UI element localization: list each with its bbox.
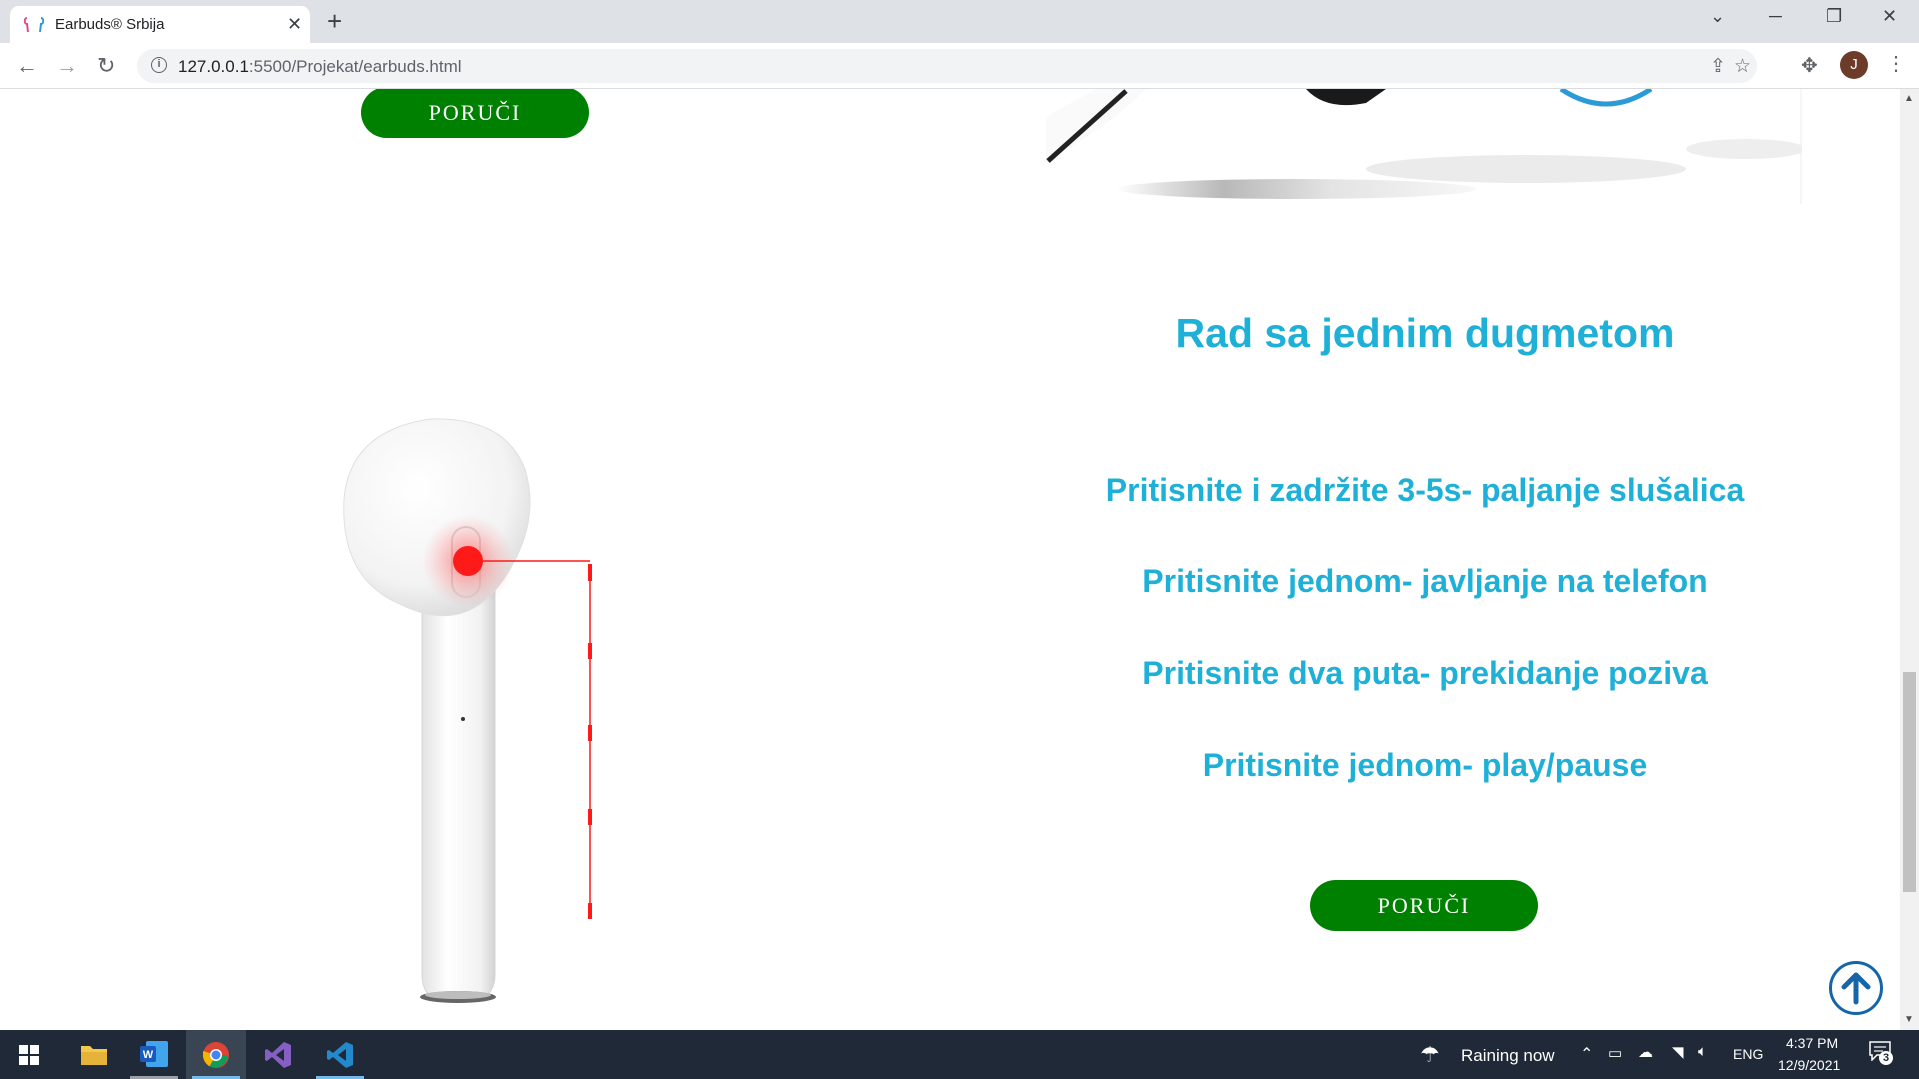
- input-language[interactable]: ENG: [1733, 1046, 1763, 1062]
- scroll-down-arrow-icon[interactable]: ▼: [1904, 1014, 1914, 1025]
- browser-tab-bar: Earbuds® Srbija ✕ + ⌄ ─ ❐ ✕: [0, 0, 1919, 43]
- new-tab-icon[interactable]: +: [327, 6, 342, 37]
- reload-icon[interactable]: ↻: [97, 53, 115, 79]
- profile-avatar[interactable]: J: [1840, 51, 1868, 79]
- url-path: :5500/Projekat/earbuds.html: [248, 57, 462, 76]
- scroll-up-arrow-icon[interactable]: ▲: [1904, 93, 1914, 104]
- menu-dots-icon[interactable]: ⋮: [1886, 51, 1906, 76]
- taskbar-chrome[interactable]: [186, 1030, 246, 1079]
- tab-search-icon[interactable]: ⌄: [1710, 6, 1725, 27]
- show-hidden-icons-icon[interactable]: ⌃: [1580, 1044, 1593, 1064]
- back-icon[interactable]: ←: [16, 53, 38, 79]
- back-to-top-button[interactable]: [1829, 961, 1883, 1015]
- instruction-end-call: Pritisnite dva puta- prekidanje poziva: [1142, 655, 1708, 691]
- url-text[interactable]: 127.0.0.1:5500/Projekat/earbuds.html: [178, 57, 462, 77]
- windows-taskbar: W ☂ Raining now ⌃ ▭ ☁ ◥ 🔈︎ ENG 4:37 PM 1…: [0, 1030, 1919, 1079]
- extensions-puzzle-icon[interactable]: ✥: [1801, 53, 1818, 78]
- instruction-power-on: Pritisnite i zadržite 3-5s- paljanje slu…: [1105, 472, 1745, 508]
- browser-tab[interactable]: Earbuds® Srbija ✕: [10, 6, 310, 43]
- weather-status[interactable]: Raining now: [1461, 1046, 1555, 1066]
- forward-icon[interactable]: →: [56, 53, 78, 79]
- restore-icon[interactable]: ❐: [1826, 6, 1842, 27]
- section-heading: Rad sa jednim dugmetom: [1175, 310, 1675, 356]
- vscode-icon: [327, 1042, 353, 1068]
- chrome-icon: [202, 1042, 229, 1068]
- svg-text:W: W: [143, 1049, 154, 1061]
- page-scrollbar[interactable]: ▲ ▼: [1900, 89, 1919, 1030]
- arrow-up-icon: [1841, 972, 1871, 1005]
- weather-umbrella-icon[interactable]: ☂: [1420, 1042, 1440, 1068]
- url-host: 127.0.0.1: [178, 57, 249, 76]
- folder-icon: [81, 1046, 107, 1065]
- address-bar[interactable]: i 127.0.0.1:5500/Projekat/earbuds.html ⇪…: [137, 49, 1757, 83]
- battery-icon[interactable]: ▭: [1608, 1044, 1622, 1062]
- notification-count-badge: 3: [1879, 1051, 1893, 1065]
- bookmark-star-icon[interactable]: ☆: [1734, 55, 1751, 78]
- taskbar-file-explorer[interactable]: [64, 1030, 124, 1079]
- scrollbar-thumb[interactable]: [1903, 672, 1916, 892]
- taskbar-vscode[interactable]: [310, 1030, 370, 1079]
- share-icon[interactable]: ⇪: [1710, 55, 1726, 78]
- close-window-icon[interactable]: ✕: [1882, 6, 1897, 27]
- earbud-illustration: [343, 418, 592, 1003]
- word-icon: W: [140, 1041, 168, 1067]
- notification-center[interactable]: 3: [1869, 1041, 1893, 1065]
- earbuds-case-image: [1046, 89, 1802, 204]
- order-button-top[interactable]: PORUČI: [361, 89, 589, 138]
- visual-studio-icon: [265, 1042, 291, 1068]
- tab-title: Earbuds® Srbija: [55, 16, 165, 33]
- earbuds-favicon-icon: [24, 17, 44, 33]
- wifi-icon[interactable]: ◥: [1672, 1043, 1684, 1061]
- instruction-play-pause: Pritisnite jednom- play/pause: [1202, 747, 1648, 783]
- close-tab-icon[interactable]: ✕: [287, 14, 302, 35]
- site-info-icon[interactable]: i: [151, 57, 167, 73]
- page-viewport: PORUČI Rad sa jednim dugmetom Pritisnite…: [0, 89, 1900, 1030]
- clock-time[interactable]: 4:37 PM: [1786, 1035, 1838, 1051]
- taskbar-word[interactable]: W: [124, 1030, 184, 1079]
- volume-icon[interactable]: 🔈︎: [1698, 1043, 1707, 1060]
- windows-start-icon[interactable]: [19, 1045, 39, 1065]
- instruction-answer-call: Pritisnite jednom- javljanje na telefon: [1142, 563, 1708, 599]
- taskbar-visual-studio[interactable]: [248, 1030, 308, 1079]
- button-indicator-dot: [453, 546, 483, 576]
- onedrive-cloud-icon[interactable]: ☁: [1638, 1043, 1653, 1061]
- browser-toolbar: ← → ↻ i 127.0.0.1:5500/Projekat/earbuds.…: [0, 43, 1919, 89]
- clock-date[interactable]: 12/9/2021: [1778, 1057, 1840, 1073]
- minimize-icon[interactable]: ─: [1769, 6, 1782, 27]
- order-button-bottom[interactable]: PORUČI: [1310, 880, 1538, 931]
